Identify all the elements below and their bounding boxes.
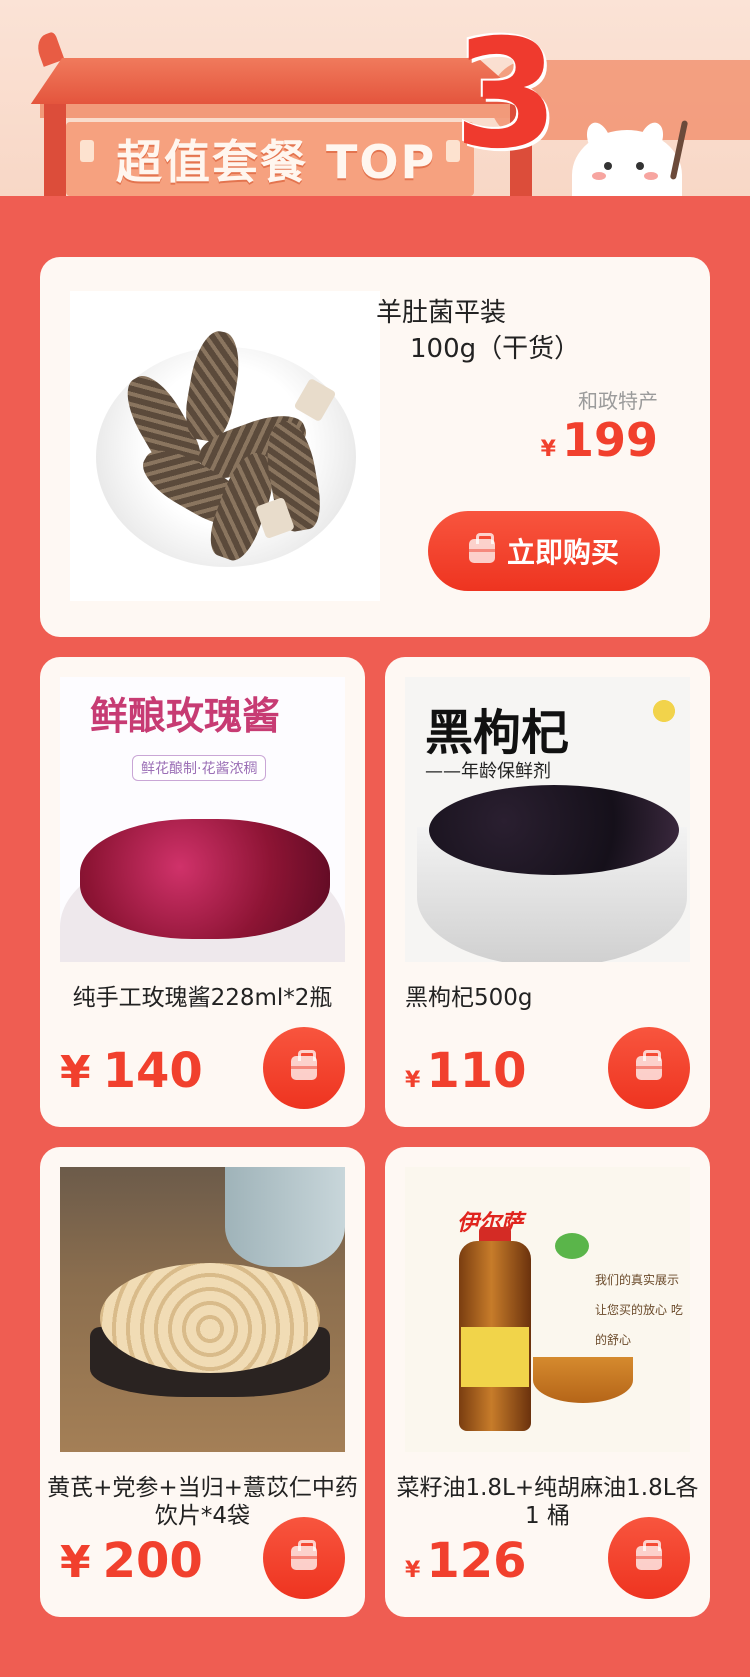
banner-title: 超值套餐 TOP — [116, 135, 437, 189]
vase — [225, 1167, 345, 1267]
featured-name-line2: 100g（干货） — [410, 334, 581, 364]
product-card[interactable]: 伊尔萨 我们的真实展示 让您买的放心 吃的舒心 菜籽油1.8L+纯胡麻油1.8L… — [385, 1147, 710, 1617]
oil-bowl — [533, 1357, 633, 1403]
product-price: ¥ 126 — [405, 1533, 527, 1589]
shopping-bag-icon — [291, 1540, 317, 1570]
brand-seal — [555, 1233, 589, 1259]
price-value: 126 — [426, 1533, 527, 1589]
image-title: 鲜酿玫瑰酱 — [90, 694, 281, 738]
shopping-bag-icon — [291, 1050, 317, 1080]
bunny-eye — [604, 162, 612, 170]
currency-symbol: ¥ — [405, 1068, 421, 1093]
shopping-bag-icon — [468, 533, 495, 563]
bunny-cheek — [644, 172, 658, 180]
currency-symbol: ¥ — [405, 1558, 421, 1583]
featured-name-line1: 羊肚菌平装 — [376, 298, 507, 328]
product-card[interactable]: 黑枸杞 ——年龄保鲜剂 黑枸杞500g ¥ 110 — [385, 657, 710, 1127]
buy-button[interactable] — [263, 1027, 345, 1109]
buy-button[interactable] — [608, 1517, 690, 1599]
herbal-slices-image[interactable] — [60, 1167, 345, 1452]
currency-symbol: ¥ — [60, 1537, 91, 1588]
buy-now-label: 立即购买 — [506, 536, 619, 569]
rose-jam-image[interactable]: 鲜酿玫瑰酱 鲜花酿制·花酱浓稠 — [60, 677, 345, 962]
goji-fill — [429, 785, 679, 875]
featured-origin: 和政特产 — [578, 389, 658, 413]
image-subtitle: ——年龄保鲜剂 — [425, 761, 551, 782]
buy-button[interactable] — [608, 1027, 690, 1109]
black-goji-image[interactable]: 黑枸杞 ——年龄保鲜剂 — [405, 677, 690, 962]
buy-button[interactable] — [263, 1517, 345, 1599]
slogan: 我们的真实展示 让您买的放心 吃的舒心 — [595, 1273, 683, 1347]
buy-now-button[interactable]: 立即购买 — [428, 511, 660, 591]
product-price: ¥ 200 — [60, 1533, 203, 1589]
product-price: ¥ 110 — [405, 1043, 527, 1099]
image-title: 黑枸杞 — [425, 705, 570, 761]
product-price: ¥ 140 — [60, 1043, 203, 1099]
price-value: 200 — [102, 1533, 203, 1589]
image-subtitle: 鲜花酿制·花酱浓稠 — [132, 755, 267, 781]
jam-fill — [80, 819, 330, 939]
shopping-bag-icon — [636, 1540, 662, 1570]
product-card[interactable]: 黄芪+党参+当归+薏苡仁中药饮片*4袋 ¥ 200 — [40, 1147, 365, 1617]
currency-symbol: ¥ — [540, 437, 556, 462]
cooking-oil-image[interactable]: 伊尔萨 我们的真实展示 让您买的放心 吃的舒心 — [405, 1167, 690, 1452]
product-name: 黑枸杞500g — [405, 985, 533, 1011]
featured-price: ¥ 199 — [541, 413, 658, 467]
bottle-label — [461, 1327, 529, 1387]
featured-product-card[interactable]: 羊肚菌平装 100g（干货） 和政特产 ¥ 199 立即购买 — [40, 257, 710, 637]
bunny-cheek — [592, 172, 606, 180]
featured-product-name: 羊肚菌平装 100g（干货） — [376, 295, 580, 367]
price-value: 140 — [102, 1043, 203, 1099]
gate-roof — [30, 58, 530, 104]
product-name: 纯手工玫瑰酱228ml*2瓶 — [72, 985, 333, 1011]
price-value: 199 — [561, 413, 658, 467]
morel-image[interactable] — [70, 291, 380, 601]
herb-slices — [100, 1263, 320, 1373]
bunny-eye — [636, 162, 644, 170]
header-banner: 超值套餐 TOP 3 — [0, 0, 750, 196]
flower-decoration — [644, 681, 684, 741]
gate-post-left — [44, 104, 66, 196]
plaque-dot — [80, 140, 94, 162]
price-value: 110 — [426, 1043, 527, 1099]
product-card[interactable]: 鲜酿玫瑰酱 鲜花酿制·花酱浓稠 纯手工玫瑰酱228ml*2瓶 ¥ 140 — [40, 657, 365, 1127]
rank-number: 3 — [454, 8, 559, 182]
currency-symbol: ¥ — [60, 1047, 91, 1098]
shopping-bag-icon — [636, 1050, 662, 1080]
